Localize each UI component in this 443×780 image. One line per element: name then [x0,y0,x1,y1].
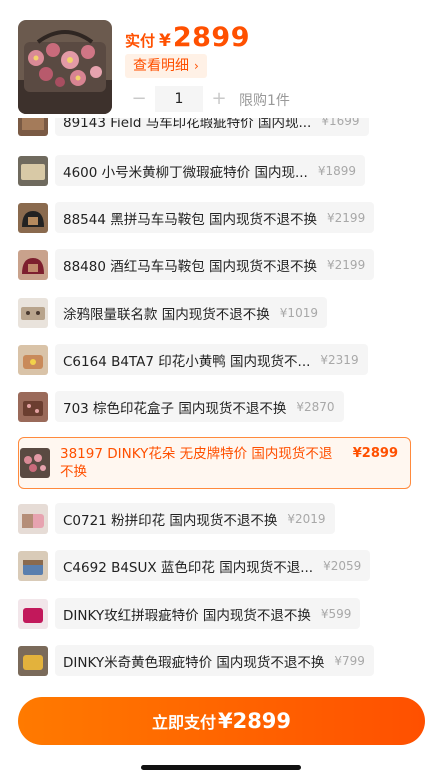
quantity-stepper[interactable]: − 1 + [125,86,233,112]
product-thumbnail [18,344,48,375]
item-pill: 涂鸦限量联名款 国内现货不退不换 ¥1019 [55,297,327,328]
list-item[interactable]: 703 棕色印花盒子 国内现货不退不换 ¥2870 [18,391,344,422]
view-details-button[interactable]: 查看明细 › [125,54,207,78]
product-thumbnail [18,598,48,629]
item-price: ¥599 [320,606,352,621]
list-item[interactable]: C0721 粉拼印花 国内现货不退不换 ¥2019 [18,503,335,534]
list-item-selected[interactable]: 38197 DINKY花朵 无皮牌特价 国内现货不退不换 ¥2899 [18,437,411,489]
currency-symbol: ¥ [159,31,171,51]
pay-now-button[interactable]: 立即支付 ¥2899 [18,697,425,745]
item-name: 703 棕色印花盒子 国内现货不退不换 [63,400,287,417]
product-thumbnail [18,249,48,280]
item-name: 4600 小号米黄柳丁微瑕疵特价 国内现... [63,164,308,181]
item-name: C0721 粉拼印花 国内现货不退不换 [63,512,278,529]
pay-now-label: 立即支付 [151,713,216,732]
product-thumbnail [18,297,48,328]
item-pill: 88544 黑拼马车马鞍包 国内现货不退不换 ¥2199 [55,202,375,233]
item-pill: C6164 B4TA7 印花小黄鸭 国内现货不... ¥2319 [55,344,368,375]
product-thumbnail [18,550,48,581]
product-thumbnail [18,503,48,534]
item-price: ¥2199 [327,210,366,225]
product-thumbnail [18,202,48,233]
item-pill: C4692 B4SUX 蓝色印花 国内现货不退... ¥2059 [55,550,371,581]
list-item[interactable]: C4692 B4SUX 蓝色印花 国内现货不退... ¥2059 [18,550,371,581]
price-value: 2899 [172,22,251,53]
item-pill: DINKY米奇黄色瑕疵特价 国内现货不退不换 ¥799 [55,645,374,676]
item-price: ¥2899 [352,446,398,461]
item-price: ¥2019 [287,511,326,526]
item-name: 38197 DINKY花朵 无皮牌特价 国内现货不退不换 [60,446,333,480]
item-pill: 703 棕色印花盒子 国内现货不退不换 ¥2870 [55,391,344,422]
list-item[interactable]: DINKY米奇黄色瑕疵特价 国内现货不退不换 ¥799 [18,645,374,676]
list-item[interactable]: C6164 B4TA7 印花小黄鸭 国内现货不... ¥2319 [18,344,368,375]
item-price: ¥2199 [327,257,366,272]
item-price: ¥1019 [279,305,318,320]
item-price: ¥2870 [296,399,335,414]
item-name: C4692 B4SUX 蓝色印花 国内现货不退... [63,559,314,576]
item-pill: C0721 粉拼印花 国内现货不退不换 ¥2019 [55,503,335,534]
product-thumbnail [18,155,48,186]
quantity-field[interactable]: 1 [155,86,203,112]
item-price: ¥2319 [320,352,359,367]
list-item[interactable]: 88480 酒红马车马鞍包 国内现货不退不换 ¥2199 [18,249,375,280]
view-details-label: 查看明细 [133,58,189,74]
pay-now-amount: ¥2899 [217,709,292,733]
item-name: 涂鸦限量联名款 国内现货不退不换 [63,306,270,323]
list-item[interactable]: 88544 黑拼马车马鞍包 国内现货不退不换 ¥2199 [18,202,375,233]
product-thumbnail [18,391,48,422]
item-pill: DINKY玫红拼瑕疵特价 国内现货不退不换 ¥599 [55,598,361,629]
item-name: 88480 酒红马车马鞍包 国内现货不退不换 [63,258,318,275]
decrement-button[interactable]: − [125,86,153,112]
item-pill: 4600 小号米黄柳丁微瑕疵特价 国内现... ¥1899 [55,155,365,186]
home-indicator [141,765,301,770]
selected-product-image[interactable] [18,20,112,114]
increment-button[interactable]: + [205,86,233,112]
list-item[interactable]: 4600 小号米黄柳丁微瑕疵特价 国内现... ¥1899 [18,155,365,186]
list-item[interactable]: 涂鸦限量联名款 国内现货不退不换 ¥1019 [18,297,327,328]
item-price: ¥799 [334,653,365,668]
product-thumbnail [18,645,48,676]
item-price: ¥1899 [317,163,356,178]
order-header: 实付 ¥ 2899 查看明细 › − 1 + 限购1件 [0,0,443,118]
list-item[interactable]: DINKY玫红拼瑕疵特价 国内现货不退不换 ¥599 [18,598,361,629]
chevron-right-icon: › [194,59,199,73]
item-name: DINKY米奇黄色瑕疵特价 国内现货不退不换 [63,654,325,671]
item-price: ¥2059 [323,558,362,573]
item-name: C6164 B4TA7 印花小黄鸭 国内现货不... [63,353,311,370]
price-label: 实付 [125,32,156,50]
item-name: 88544 黑拼马车马鞍包 国内现货不退不换 [63,211,318,228]
item-pill: 88480 酒红马车马鞍包 国内现货不退不换 ¥2199 [55,249,375,280]
purchase-limit: 限购1件 [239,93,290,109]
payable-price: 实付 ¥ 2899 [125,22,250,53]
item-name: DINKY玫红拼瑕疵特价 国内现货不退不换 [63,607,311,624]
product-thumbnail [20,448,50,478]
